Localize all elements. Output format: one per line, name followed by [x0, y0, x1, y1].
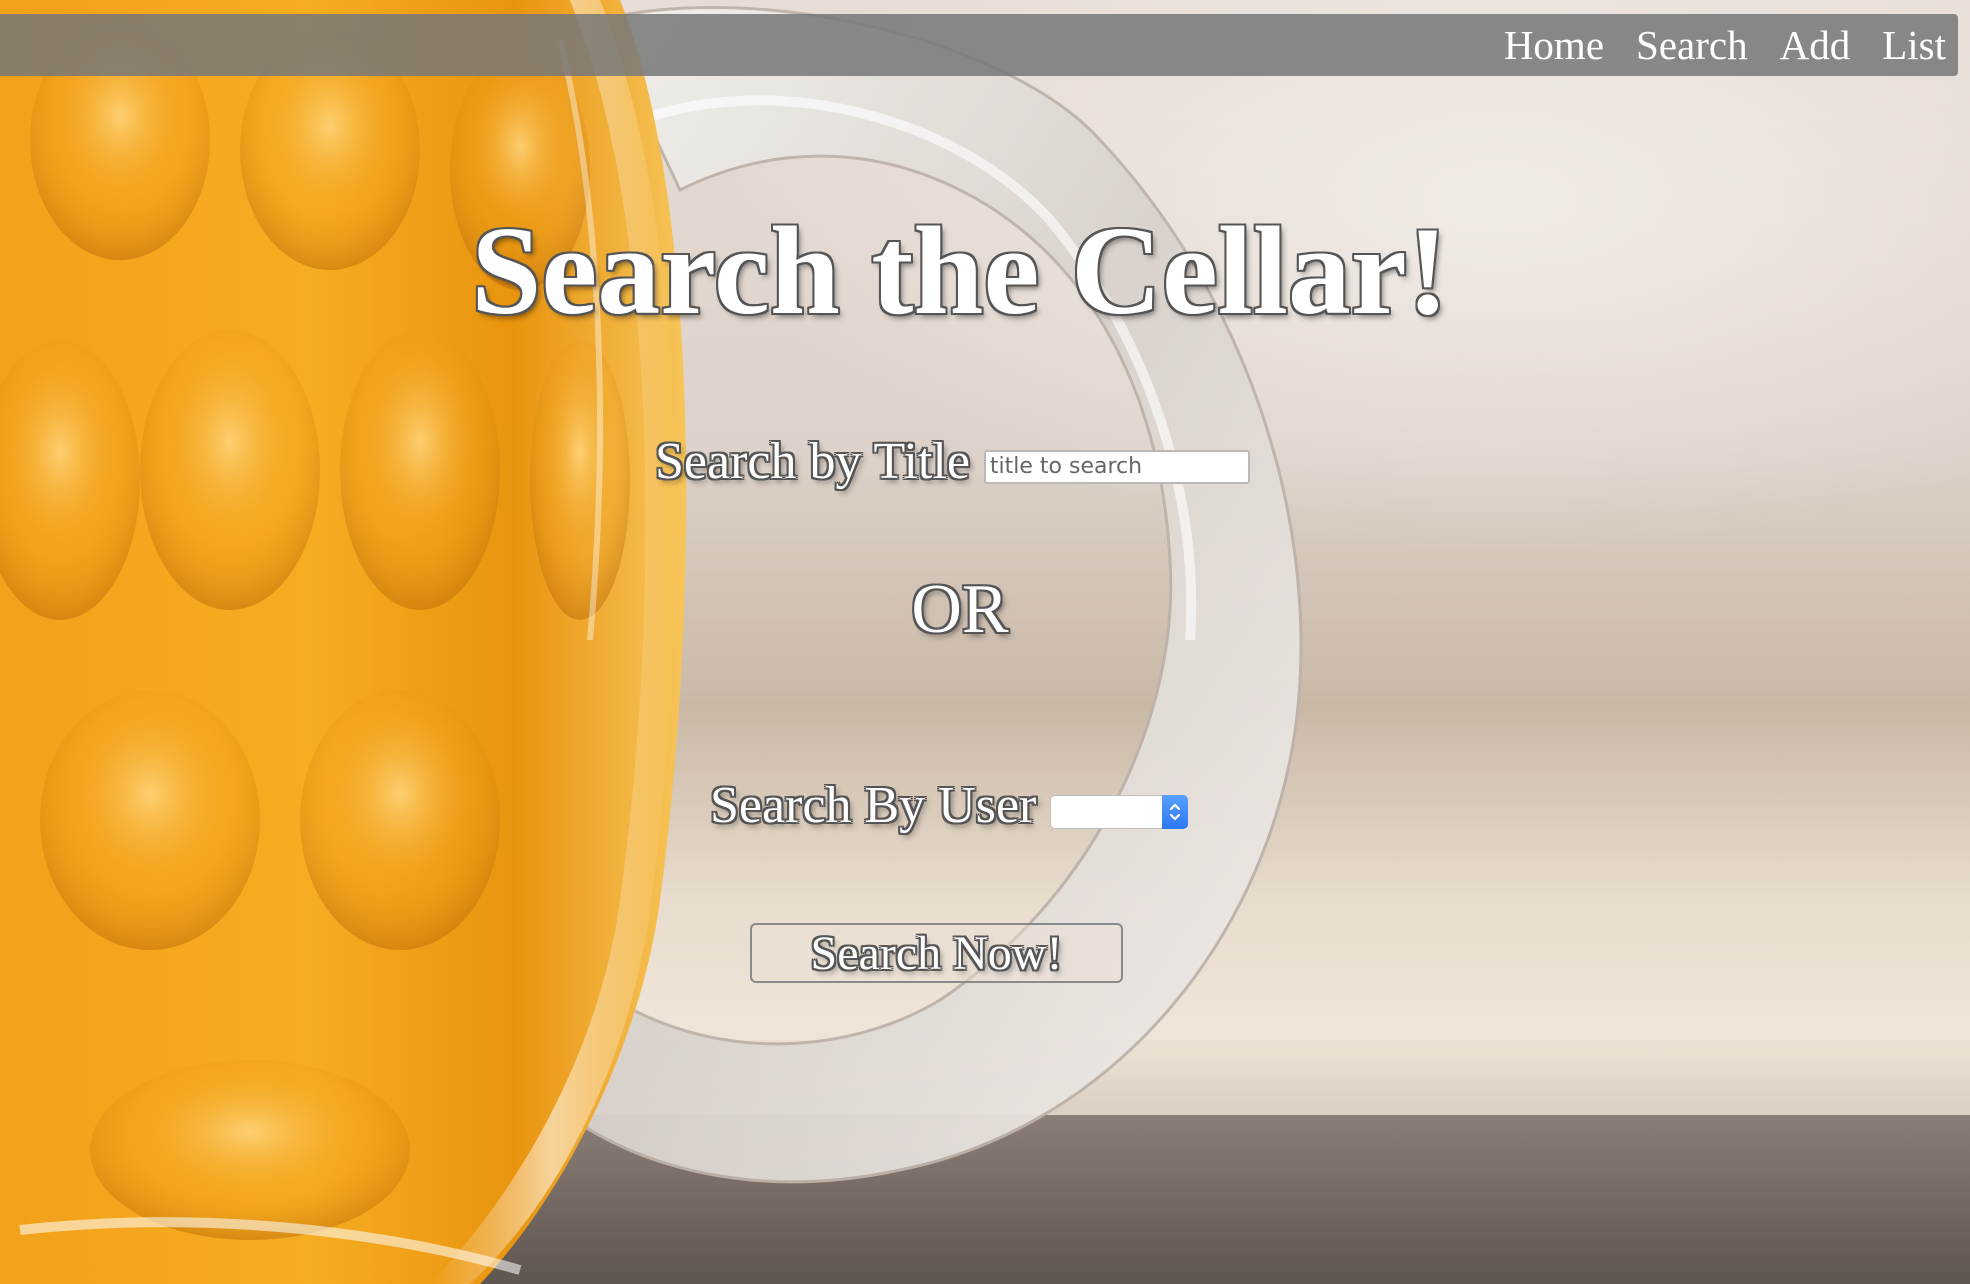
- search-now-button[interactable]: Search Now!: [750, 923, 1123, 983]
- page-title: Search the Cellar!: [471, 202, 1449, 341]
- up-down-chevron-icon: [1162, 794, 1189, 829]
- title-search-input[interactable]: [983, 449, 1250, 484]
- nav-add-link[interactable]: Add: [1780, 21, 1851, 69]
- search-now-label: Search Now!: [810, 926, 1063, 980]
- or-separator: OR: [911, 571, 1009, 648]
- nav-links: Home Search Add List: [1504, 14, 1946, 76]
- user-select[interactable]: [1050, 794, 1189, 829]
- search-title-label: Search by Title: [655, 433, 970, 490]
- top-navbar: Home Search Add List: [0, 14, 1958, 76]
- nav-search-link[interactable]: Search: [1636, 21, 1748, 69]
- search-user-label: Search By User: [710, 777, 1037, 834]
- nav-list-link[interactable]: List: [1882, 21, 1946, 69]
- nav-home-link[interactable]: Home: [1504, 21, 1604, 69]
- search-user-row: Search By User: [710, 776, 1189, 835]
- search-title-row: Search by Title: [655, 432, 1250, 491]
